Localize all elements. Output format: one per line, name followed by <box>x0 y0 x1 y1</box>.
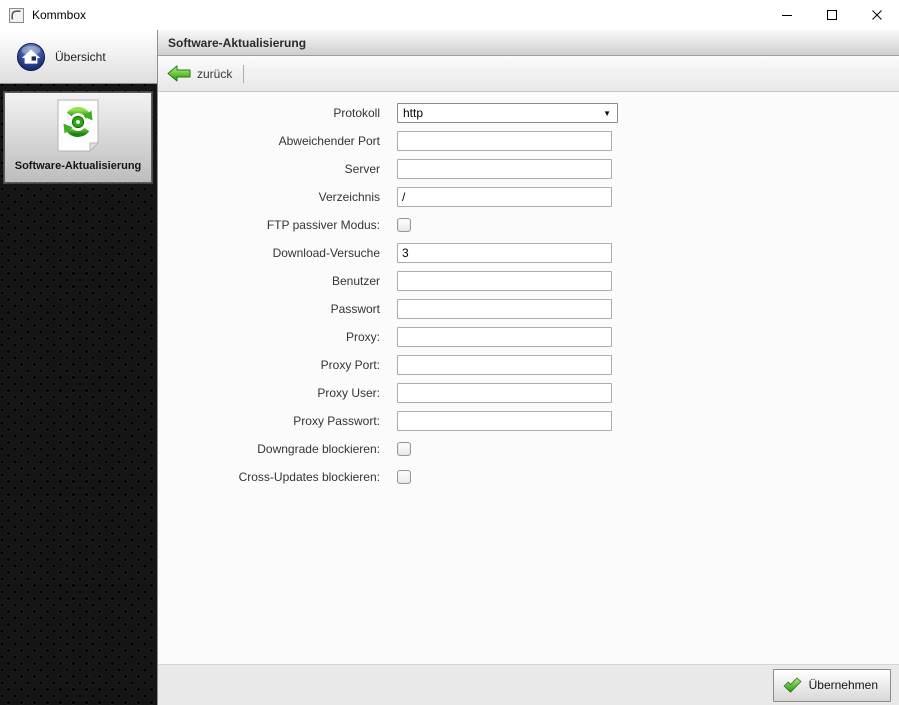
form-row: FTP passiver Modus: <box>158 211 899 239</box>
back-button-label: zurück <box>197 67 232 81</box>
text-input[interactable] <box>397 327 612 347</box>
app-window: Kommbox <box>0 0 899 705</box>
form-area: Protokoll http ▼ Abweichender Port Serve… <box>158 92 899 664</box>
toolbar-separator <box>243 65 244 83</box>
text-input[interactable] <box>397 355 612 375</box>
field-label: Proxy User: <box>158 386 380 400</box>
sidebar: Übersicht <box>0 30 157 705</box>
sidebar-item-overview[interactable]: Übersicht <box>0 30 157 84</box>
close-button[interactable] <box>854 0 899 30</box>
home-icon <box>16 42 46 72</box>
field-label: Verzeichnis <box>158 190 380 204</box>
sidebar-item-software-update[interactable]: Software-Aktualisierung <box>4 92 152 183</box>
text-input[interactable] <box>397 159 612 179</box>
select-value: http <box>403 106 423 120</box>
back-button[interactable]: zurück <box>167 65 232 82</box>
checkmark-icon <box>783 677 802 693</box>
footer-bar: Übernehmen <box>158 664 899 705</box>
field-label: Proxy Port: <box>158 358 380 372</box>
field-label: Server <box>158 162 380 176</box>
maximize-button[interactable] <box>809 0 854 30</box>
field-label: Download-Versuche <box>158 246 380 260</box>
field-label: Proxy Passwort: <box>158 414 380 428</box>
maximize-icon <box>827 10 837 20</box>
text-input[interactable] <box>397 383 612 403</box>
app-window-icon <box>9 8 24 23</box>
apply-button-label: Übernehmen <box>809 678 878 692</box>
form-row: Proxy User: <box>158 379 899 407</box>
back-arrow-icon <box>167 65 191 82</box>
form-row: Download-Versuche <box>158 239 899 267</box>
sidebar-item-overview-label: Übersicht <box>55 50 106 64</box>
minimize-button[interactable] <box>764 0 809 30</box>
field-label: Benutzer <box>158 274 380 288</box>
chevron-down-icon: ▼ <box>603 109 611 119</box>
minimize-icon <box>782 10 792 20</box>
field-label: Downgrade blockieren: <box>158 442 380 456</box>
field-label: Abweichender Port <box>158 134 380 148</box>
text-input[interactable] <box>397 187 612 207</box>
close-icon <box>872 10 882 20</box>
field-label: Cross-Updates blockieren: <box>158 470 380 484</box>
form-row: Proxy: <box>158 323 899 351</box>
titlebar: Kommbox <box>0 0 899 30</box>
text-input[interactable] <box>397 411 612 431</box>
field-label: FTP passiver Modus: <box>158 218 380 232</box>
form-row: Verzeichnis <box>158 183 899 211</box>
checkbox[interactable] <box>397 470 411 484</box>
software-update-icon <box>57 99 99 157</box>
form-row: Passwort <box>158 295 899 323</box>
text-input[interactable] <box>397 299 612 319</box>
form-rows: Protokoll http ▼ Abweichender Port Serve… <box>158 99 899 491</box>
apply-button[interactable]: Übernehmen <box>773 669 891 702</box>
form-row: Server <box>158 155 899 183</box>
checkbox[interactable] <box>397 442 411 456</box>
field-label: Passwort <box>158 302 380 316</box>
field-label: Protokoll <box>158 106 380 120</box>
checkbox[interactable] <box>397 218 411 232</box>
form-row: Cross-Updates blockieren: <box>158 463 899 491</box>
page-title-bar: Software-Aktualisierung <box>158 30 899 56</box>
form-row: Downgrade blockieren: <box>158 435 899 463</box>
form-row: Benutzer <box>158 267 899 295</box>
toolbar: zurück <box>158 56 899 92</box>
text-input[interactable] <box>397 131 612 151</box>
protocol-select[interactable]: http ▼ <box>397 103 618 123</box>
window-title: Kommbox <box>32 8 86 22</box>
field-label: Proxy: <box>158 330 380 344</box>
sidebar-item-software-update-label: Software-Aktualisierung <box>15 160 142 172</box>
page-title: Software-Aktualisierung <box>168 36 306 50</box>
form-row: Protokoll http ▼ <box>158 99 899 127</box>
form-row: Abweichender Port <box>158 127 899 155</box>
text-input[interactable] <box>397 271 612 291</box>
main-panel: Software-Aktualisierung zurück <box>157 30 899 705</box>
form-row: Proxy Port: <box>158 351 899 379</box>
text-input[interactable] <box>397 243 612 263</box>
form-row: Proxy Passwort: <box>158 407 899 435</box>
